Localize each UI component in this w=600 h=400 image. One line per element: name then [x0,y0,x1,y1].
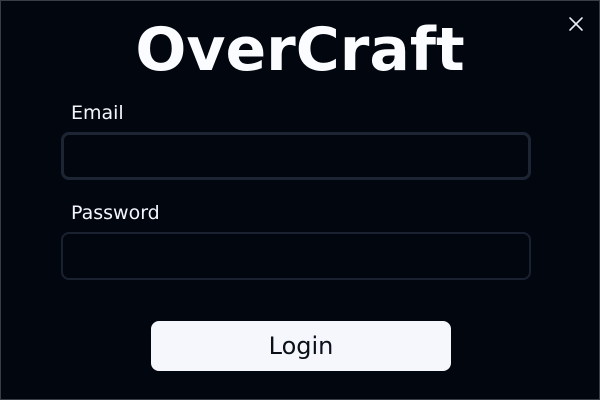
login-button[interactable]: Login [151,321,451,371]
email-label: Email [71,102,124,124]
login-window: OverCraft Email Password Login [0,0,600,400]
password-label: Password [71,202,160,224]
app-title: OverCraft [135,15,465,85]
password-field[interactable] [61,232,531,280]
email-field[interactable] [61,132,531,180]
